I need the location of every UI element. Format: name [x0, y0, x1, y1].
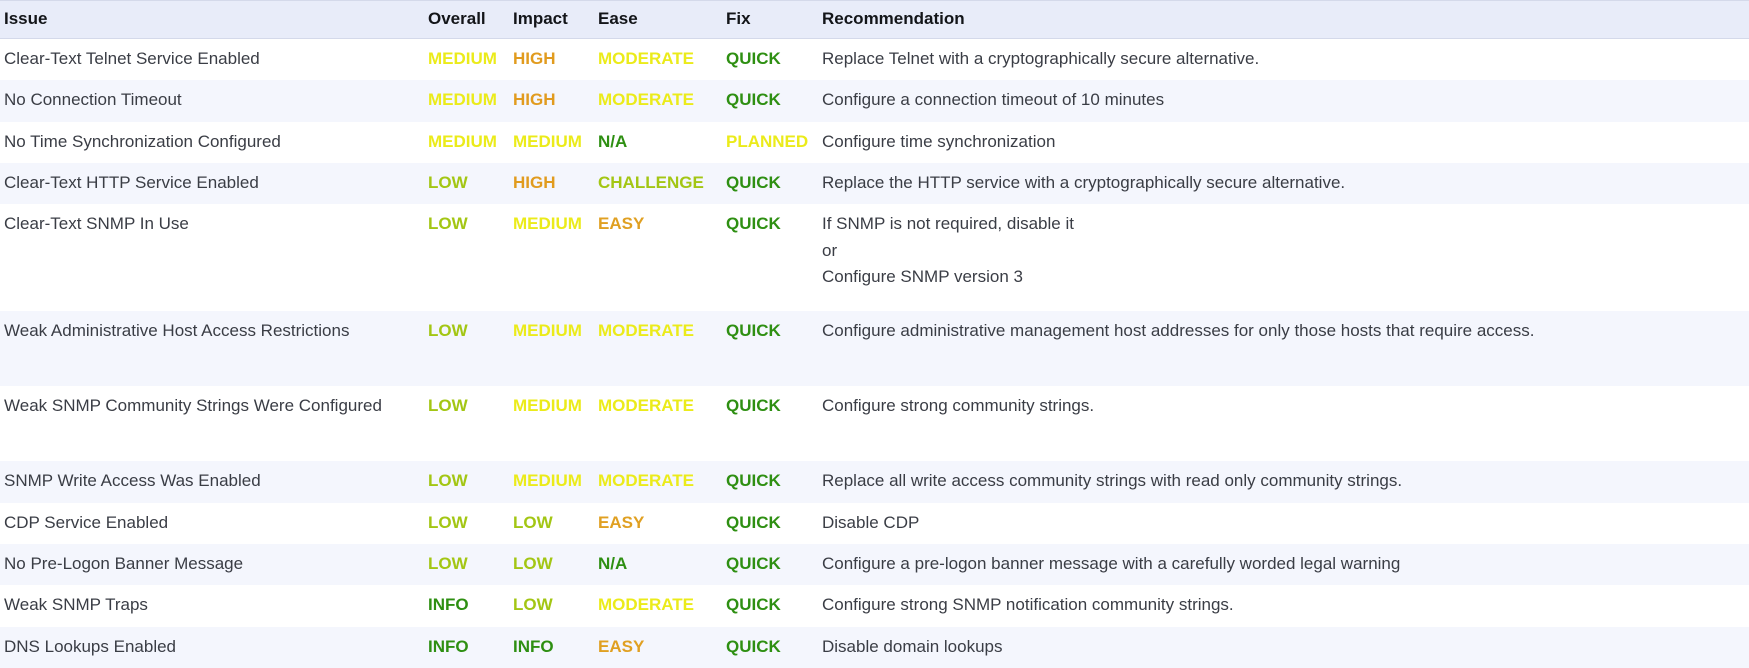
cell-issue: Clear-Text SNMP In Use	[0, 204, 424, 311]
table-row[interactable]: CDP Service EnabledLOWLOWEASYQUICKDisabl…	[0, 503, 1749, 544]
table-row[interactable]: No Pre-Logon Banner MessageLOWLOWN/AQUIC…	[0, 544, 1749, 585]
cell-overall-rating: INFO	[424, 627, 509, 668]
cell-fix-rating: QUICK	[722, 80, 818, 121]
cell-recommendation: Configure administrative management host…	[818, 311, 1749, 386]
table-header: Issue Overall Impact Ease Fix Recommenda…	[0, 1, 1749, 39]
cell-ease-rating: EASY	[594, 627, 722, 668]
cell-fix-rating: QUICK	[722, 461, 818, 502]
cell-overall-rating: LOW	[424, 461, 509, 502]
table-row[interactable]: Clear-Text SNMP In UseLOWMEDIUMEASYQUICK…	[0, 204, 1749, 311]
cell-recommendation: Disable domain lookups	[818, 627, 1749, 668]
cell-impact-rating: LOW	[509, 544, 594, 585]
cell-overall-rating: MEDIUM	[424, 80, 509, 121]
cell-fix-rating: QUICK	[722, 39, 818, 81]
cell-fix-rating: QUICK	[722, 544, 818, 585]
cell-issue: Clear-Text HTTP Service Enabled	[0, 163, 424, 204]
cell-recommendation: Replace the HTTP service with a cryptogr…	[818, 163, 1749, 204]
table-row[interactable]: Weak SNMP Community Strings Were Configu…	[0, 386, 1749, 461]
cell-fix-rating: QUICK	[722, 163, 818, 204]
cell-overall-rating: LOW	[424, 204, 509, 311]
cell-impact-rating: HIGH	[509, 39, 594, 81]
cell-impact-rating: MEDIUM	[509, 204, 594, 311]
cell-recommendation: Replace Telnet with a cryptographically …	[818, 39, 1749, 81]
cell-issue: Weak SNMP Community Strings Were Configu…	[0, 386, 424, 461]
cell-overall-rating: INFO	[424, 585, 509, 626]
cell-impact-rating: HIGH	[509, 80, 594, 121]
cell-issue: Weak SNMP Traps	[0, 585, 424, 626]
cell-overall-rating: LOW	[424, 386, 509, 461]
cell-recommendation: Configure strong community strings.	[818, 386, 1749, 461]
table-body: Clear-Text Telnet Service EnabledMEDIUMH…	[0, 39, 1749, 668]
cell-recommendation: Configure time synchronization	[818, 122, 1749, 163]
security-issue-findings-table: Issue Overall Impact Ease Fix Recommenda…	[0, 0, 1749, 668]
cell-overall-rating: MEDIUM	[424, 39, 509, 81]
table-row[interactable]: Clear-Text Telnet Service EnabledMEDIUMH…	[0, 39, 1749, 81]
cell-overall-rating: LOW	[424, 503, 509, 544]
cell-issue: Weak Administrative Host Access Restrict…	[0, 311, 424, 386]
cell-impact-rating: HIGH	[509, 163, 594, 204]
column-header-impact[interactable]: Impact	[509, 1, 594, 39]
cell-ease-rating: MODERATE	[594, 585, 722, 626]
table-row[interactable]: Weak SNMP TrapsINFOLOWMODERATEQUICKConfi…	[0, 585, 1749, 626]
cell-ease-rating: MODERATE	[594, 80, 722, 121]
cell-impact-rating: MEDIUM	[509, 461, 594, 502]
table-row[interactable]: SNMP Write Access Was EnabledLOWMEDIUMMO…	[0, 461, 1749, 502]
cell-fix-rating: QUICK	[722, 585, 818, 626]
cell-fix-rating: QUICK	[722, 627, 818, 668]
cell-issue: No Connection Timeout	[0, 80, 424, 121]
table-row[interactable]: Clear-Text HTTP Service EnabledLOWHIGHCH…	[0, 163, 1749, 204]
cell-ease-rating: MODERATE	[594, 386, 722, 461]
cell-overall-rating: LOW	[424, 311, 509, 386]
cell-ease-rating: N/A	[594, 122, 722, 163]
table-row[interactable]: Weak Administrative Host Access Restrict…	[0, 311, 1749, 386]
cell-recommendation: Configure a connection timeout of 10 min…	[818, 80, 1749, 121]
cell-issue: SNMP Write Access Was Enabled	[0, 461, 424, 502]
cell-ease-rating: MODERATE	[594, 39, 722, 81]
cell-recommendation: Replace all write access community strin…	[818, 461, 1749, 502]
cell-ease-rating: CHALLENGE	[594, 163, 722, 204]
cell-impact-rating: MEDIUM	[509, 311, 594, 386]
column-header-recommendation[interactable]: Recommendation	[818, 1, 1749, 39]
cell-ease-rating: EASY	[594, 204, 722, 311]
cell-fix-rating: QUICK	[722, 386, 818, 461]
cell-impact-rating: INFO	[509, 627, 594, 668]
cell-fix-rating: PLANNED	[722, 122, 818, 163]
cell-fix-rating: QUICK	[722, 311, 818, 386]
cell-fix-rating: QUICK	[722, 503, 818, 544]
cell-recommendation: Disable CDP	[818, 503, 1749, 544]
cell-overall-rating: LOW	[424, 544, 509, 585]
table-row[interactable]: No Connection TimeoutMEDIUMHIGHMODERATEQ…	[0, 80, 1749, 121]
cell-ease-rating: MODERATE	[594, 461, 722, 502]
cell-ease-rating: MODERATE	[594, 311, 722, 386]
cell-fix-rating: QUICK	[722, 204, 818, 311]
cell-ease-rating: N/A	[594, 544, 722, 585]
cell-impact-rating: LOW	[509, 503, 594, 544]
table-row[interactable]: No Time Synchronization ConfiguredMEDIUM…	[0, 122, 1749, 163]
cell-impact-rating: LOW	[509, 585, 594, 626]
cell-issue: Clear-Text Telnet Service Enabled	[0, 39, 424, 81]
cell-ease-rating: EASY	[594, 503, 722, 544]
cell-recommendation: If SNMP is not required, disable it or C…	[818, 204, 1749, 311]
cell-issue: CDP Service Enabled	[0, 503, 424, 544]
cell-recommendation: Configure a pre-logon banner message wit…	[818, 544, 1749, 585]
column-header-issue[interactable]: Issue	[0, 1, 424, 39]
table-row[interactable]: DNS Lookups EnabledINFOINFOEASYQUICKDisa…	[0, 627, 1749, 668]
column-header-ease[interactable]: Ease	[594, 1, 722, 39]
cell-overall-rating: LOW	[424, 163, 509, 204]
cell-overall-rating: MEDIUM	[424, 122, 509, 163]
cell-impact-rating: MEDIUM	[509, 386, 594, 461]
column-header-fix[interactable]: Fix	[722, 1, 818, 39]
cell-recommendation: Configure strong SNMP notification commu…	[818, 585, 1749, 626]
table-header-row: Issue Overall Impact Ease Fix Recommenda…	[0, 1, 1749, 39]
cell-impact-rating: MEDIUM	[509, 122, 594, 163]
cell-issue: No Time Synchronization Configured	[0, 122, 424, 163]
cell-issue: No Pre-Logon Banner Message	[0, 544, 424, 585]
column-header-overall[interactable]: Overall	[424, 1, 509, 39]
cell-issue: DNS Lookups Enabled	[0, 627, 424, 668]
